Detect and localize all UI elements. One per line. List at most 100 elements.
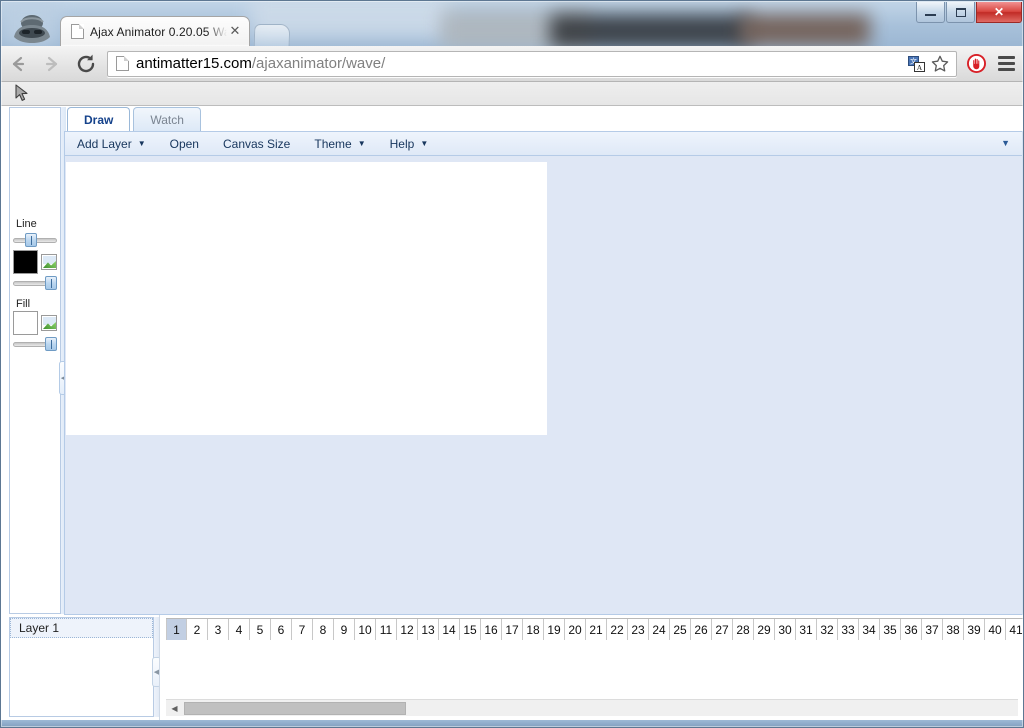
line-color-swatch[interactable]: [13, 250, 38, 274]
list-item[interactable]: Layer 1: [10, 618, 153, 638]
canvas-workspace[interactable]: [64, 156, 1023, 615]
line-width-slider[interactable]: [13, 233, 57, 247]
frame-cell-23[interactable]: 23: [628, 619, 649, 641]
frame-ruler: 1234567891011121314151617181920212223242…: [166, 618, 1023, 640]
frame-cell-24[interactable]: 24: [649, 619, 670, 641]
frame-cell-18[interactable]: 18: [523, 619, 544, 641]
frame-cell-13[interactable]: 13: [418, 619, 439, 641]
tab-draw[interactable]: Draw: [67, 107, 130, 131]
layers-panel: Layer 1: [9, 617, 154, 717]
slider-thumb[interactable]: [45, 337, 57, 351]
browser-tab[interactable]: Ajax Animator 0.20.05 Wa ✕: [60, 16, 250, 46]
adblock-icon[interactable]: [963, 51, 989, 77]
tab-watch[interactable]: Watch: [133, 107, 201, 131]
fill-color-row: [10, 311, 60, 335]
frame-cell-12[interactable]: 12: [397, 619, 418, 641]
reload-button[interactable]: [69, 46, 103, 82]
slider-thumb[interactable]: [25, 233, 37, 247]
frame-cell-26[interactable]: 26: [691, 619, 712, 641]
layer-list: Layer 1: [10, 618, 153, 638]
bookmark-star-icon[interactable]: [928, 52, 952, 76]
menu-overflow-button[interactable]: ▼: [989, 131, 1022, 156]
menu-canvas-size[interactable]: Canvas Size: [211, 131, 302, 156]
frame-cell-6[interactable]: 6: [271, 619, 292, 641]
ajax-animator-app: Line Fill: [1, 106, 1023, 720]
line-opacity-slider[interactable]: [13, 276, 57, 290]
frame-cell-10[interactable]: 10: [355, 619, 376, 641]
frame-cell-25[interactable]: 25: [670, 619, 691, 641]
frame-cell-34[interactable]: 34: [859, 619, 880, 641]
chevron-down-icon: ▼: [358, 140, 366, 148]
image-picker-icon[interactable]: [41, 254, 57, 270]
timeline-horizontal-scrollbar[interactable]: ◀: [166, 699, 1018, 716]
frame-cell-33[interactable]: 33: [838, 619, 859, 641]
drawing-canvas[interactable]: [66, 162, 547, 435]
frame-cell-7[interactable]: 7: [292, 619, 313, 641]
close-button[interactable]: ✕: [976, 2, 1022, 23]
frame-cell-37[interactable]: 37: [922, 619, 943, 641]
translate-icon[interactable]: 文 A: [904, 52, 928, 76]
line-section-label: Line: [10, 216, 60, 231]
fill-opacity-slider[interactable]: [13, 337, 57, 351]
bottom-area: Layer 1 12345678910111213141516171819202…: [1, 615, 1023, 720]
menu-help[interactable]: Help ▼: [378, 131, 441, 156]
slider-thumb[interactable]: [45, 276, 57, 290]
frame-cell-40[interactable]: 40: [985, 619, 1006, 641]
frame-cell-2[interactable]: 2: [187, 619, 208, 641]
forward-button[interactable]: [35, 46, 69, 82]
tools-panel: Line Fill: [9, 107, 61, 614]
menu-theme[interactable]: Theme ▼: [302, 131, 377, 156]
tab-close-icon[interactable]: ✕: [227, 24, 243, 40]
frame-track-body[interactable]: [166, 640, 1023, 697]
frame-cell-20[interactable]: 20: [565, 619, 586, 641]
page-viewport: Line Fill: [1, 106, 1023, 720]
tab-draw-label: Draw: [84, 113, 113, 127]
address-bar[interactable]: antimatter15.com/ajaxanimator/wave/ 文 A: [107, 51, 957, 77]
bookmarks-bar: [1, 82, 1023, 106]
menu-add-layer[interactable]: Add Layer ▼: [65, 131, 158, 156]
frame-cell-14[interactable]: 14: [439, 619, 460, 641]
window-bottom-edge: [0, 720, 1024, 728]
svg-text:A: A: [916, 62, 922, 71]
frame-cell-9[interactable]: 9: [334, 619, 355, 641]
frame-cell-11[interactable]: 11: [376, 619, 397, 641]
fill-section-label: Fill: [10, 296, 60, 311]
frame-cell-31[interactable]: 31: [796, 619, 817, 641]
scroll-left-arrow-icon[interactable]: ◀: [166, 700, 183, 717]
menu-open[interactable]: Open: [158, 131, 211, 156]
minimize-button[interactable]: [916, 2, 945, 23]
menu-canvas-size-label: Canvas Size: [223, 137, 290, 151]
fill-color-swatch[interactable]: [13, 311, 38, 335]
frame-cell-39[interactable]: 39: [964, 619, 985, 641]
frame-cell-5[interactable]: 5: [250, 619, 271, 641]
frame-cell-32[interactable]: 32: [817, 619, 838, 641]
chrome-menu-button[interactable]: [989, 46, 1023, 82]
timeline-panel: 1234567891011121314151617181920212223242…: [159, 615, 1023, 720]
frame-cell-1[interactable]: 1: [166, 619, 187, 641]
scrollbar-thumb[interactable]: [184, 702, 406, 715]
tab-watch-label: Watch: [150, 113, 184, 127]
frame-cell-35[interactable]: 35: [880, 619, 901, 641]
image-picker-icon[interactable]: [41, 315, 57, 331]
tab-strip: Ajax Animator 0.20.05 Wa ✕: [60, 16, 250, 46]
maximize-button[interactable]: [946, 2, 975, 23]
frame-cell-29[interactable]: 29: [754, 619, 775, 641]
frame-cell-3[interactable]: 3: [208, 619, 229, 641]
frame-cell-36[interactable]: 36: [901, 619, 922, 641]
frame-cell-41[interactable]: 41: [1006, 619, 1023, 641]
frame-cell-28[interactable]: 28: [733, 619, 754, 641]
frame-cell-17[interactable]: 17: [502, 619, 523, 641]
frame-cell-22[interactable]: 22: [607, 619, 628, 641]
frame-cell-30[interactable]: 30: [775, 619, 796, 641]
frame-cell-15[interactable]: 15: [460, 619, 481, 641]
back-button[interactable]: [1, 46, 35, 82]
frame-cell-21[interactable]: 21: [586, 619, 607, 641]
new-tab-button[interactable]: [254, 24, 291, 46]
line-color-row: [10, 250, 60, 274]
frame-cell-4[interactable]: 4: [229, 619, 250, 641]
frame-cell-38[interactable]: 38: [943, 619, 964, 641]
frame-cell-19[interactable]: 19: [544, 619, 565, 641]
frame-cell-8[interactable]: 8: [313, 619, 334, 641]
frame-cell-27[interactable]: 27: [712, 619, 733, 641]
frame-cell-16[interactable]: 16: [481, 619, 502, 641]
